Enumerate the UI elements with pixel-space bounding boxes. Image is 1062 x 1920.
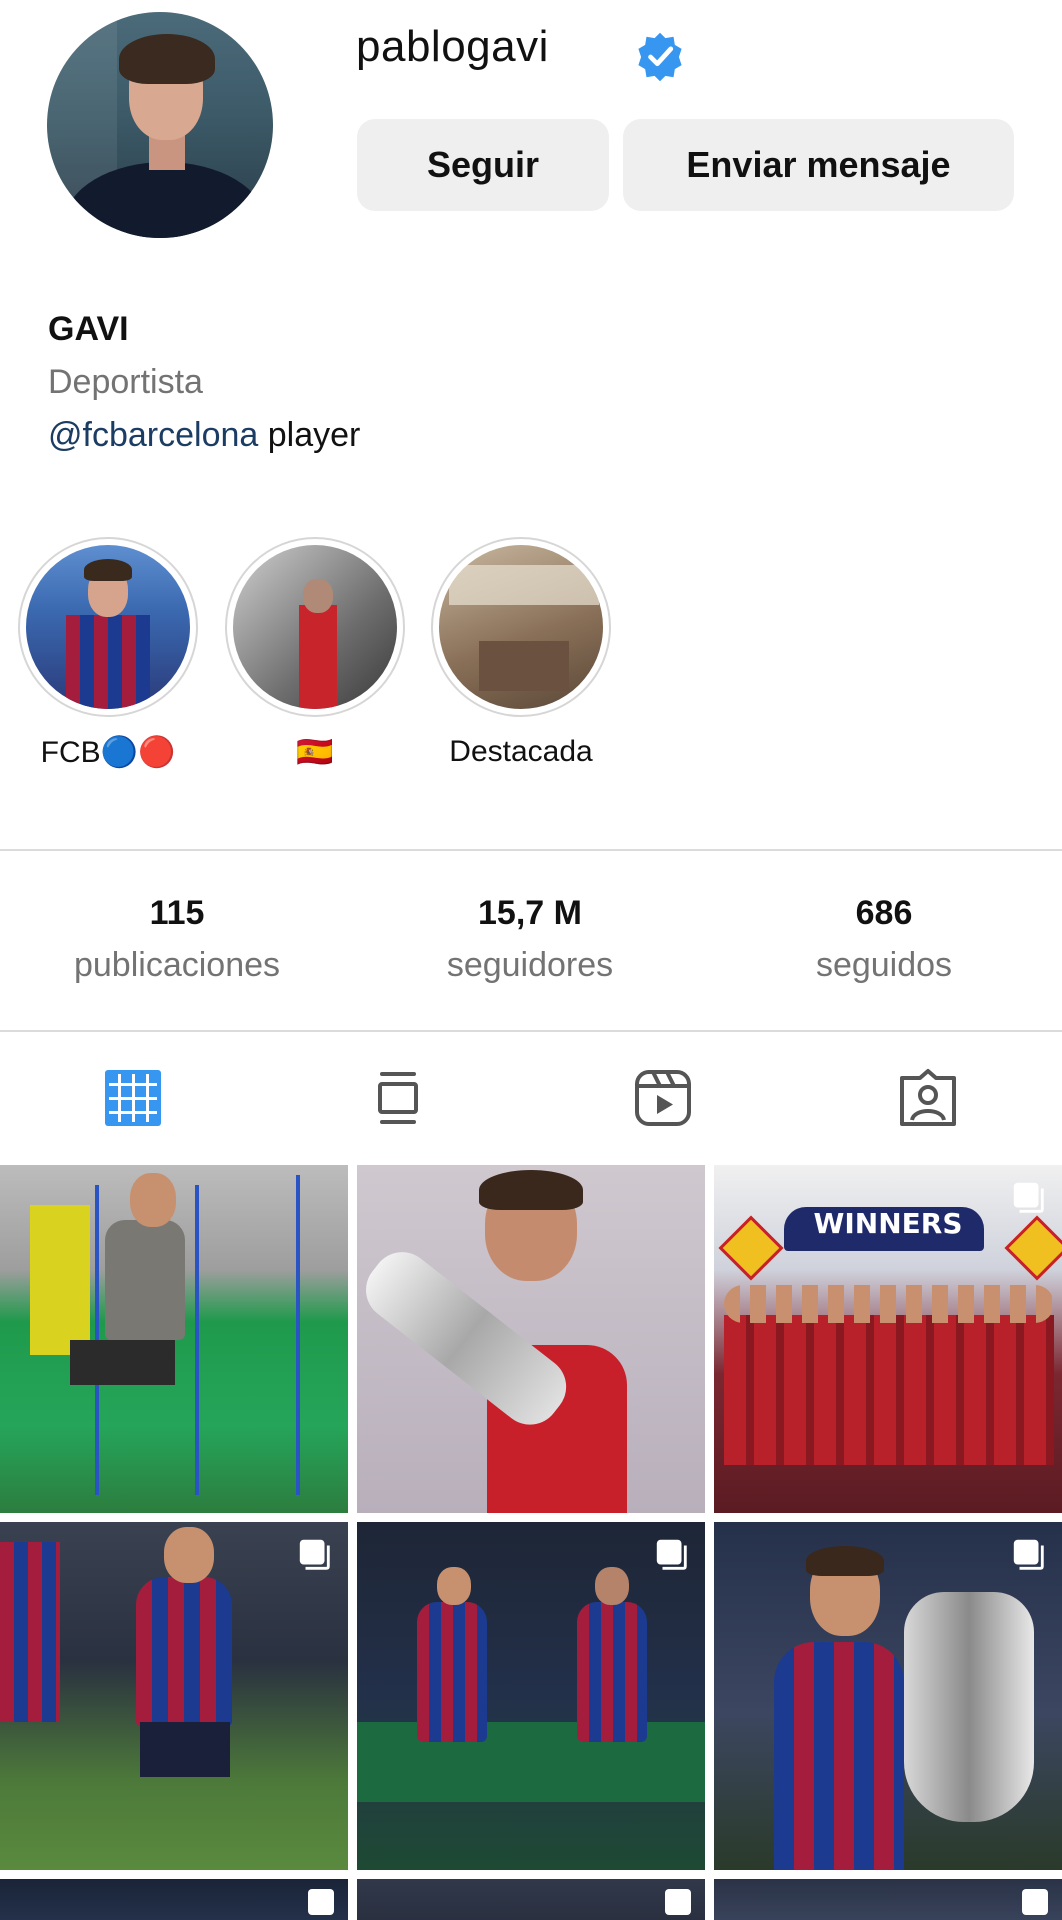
grid-post[interactable]: [714, 1879, 1062, 1920]
posts-count: 115: [149, 894, 205, 932]
profile-avatar[interactable]: [47, 12, 273, 238]
send-message-button[interactable]: Enviar mensaje: [623, 119, 1014, 211]
reels-icon[interactable]: [633, 1068, 693, 1128]
bio-text: player: [258, 416, 361, 454]
multi-post-icon: [1013, 1182, 1044, 1213]
multi-post-icon: [1013, 1539, 1044, 1570]
grid-post[interactable]: [357, 1879, 705, 1920]
highlight-label-spain: 🇪🇸: [296, 736, 334, 769]
grid-post[interactable]: WINNERS: [714, 1165, 1062, 1513]
guides-icon[interactable]: [368, 1068, 428, 1128]
highlight-fcb[interactable]: [18, 537, 198, 717]
grid-post[interactable]: [357, 1522, 705, 1870]
followers-label[interactable]: seguidores: [380, 946, 680, 985]
follow-button[interactable]: Seguir: [357, 119, 609, 211]
following-label[interactable]: seguidos: [734, 946, 1034, 985]
divider: [0, 1030, 1062, 1032]
multi-post-icon: [299, 1539, 330, 1570]
grid-post[interactable]: [714, 1522, 1062, 1870]
divider: [0, 849, 1062, 851]
grid-icon[interactable]: [103, 1068, 163, 1128]
highlight-destacada[interactable]: [431, 537, 611, 717]
profile-display-name: GAVI: [48, 310, 129, 348]
highlight-label-destacada: Destacada: [449, 735, 593, 768]
grid-post[interactable]: [0, 1879, 348, 1920]
profile-category: Deportista: [48, 363, 203, 401]
highlight-label-fcb: FCB🔵🔴: [40, 736, 176, 769]
profile-bio: @fcbarcelona player: [48, 416, 360, 455]
posts-label: publicaciones: [73, 946, 281, 984]
bio-mention-link[interactable]: @fcbarcelona: [48, 416, 258, 454]
multi-post-icon: [656, 1539, 687, 1570]
following-count[interactable]: 686: [754, 894, 1014, 933]
tagged-icon[interactable]: [898, 1068, 958, 1128]
profile-username: pablogavi: [356, 22, 549, 71]
grid-post[interactable]: [357, 1165, 705, 1513]
highlight-spain[interactable]: [225, 537, 405, 717]
grid-post[interactable]: [0, 1165, 348, 1513]
verified-badge-icon: [638, 32, 682, 82]
followers-count[interactable]: 15,7 M: [400, 894, 660, 933]
grid-post[interactable]: [0, 1522, 348, 1870]
